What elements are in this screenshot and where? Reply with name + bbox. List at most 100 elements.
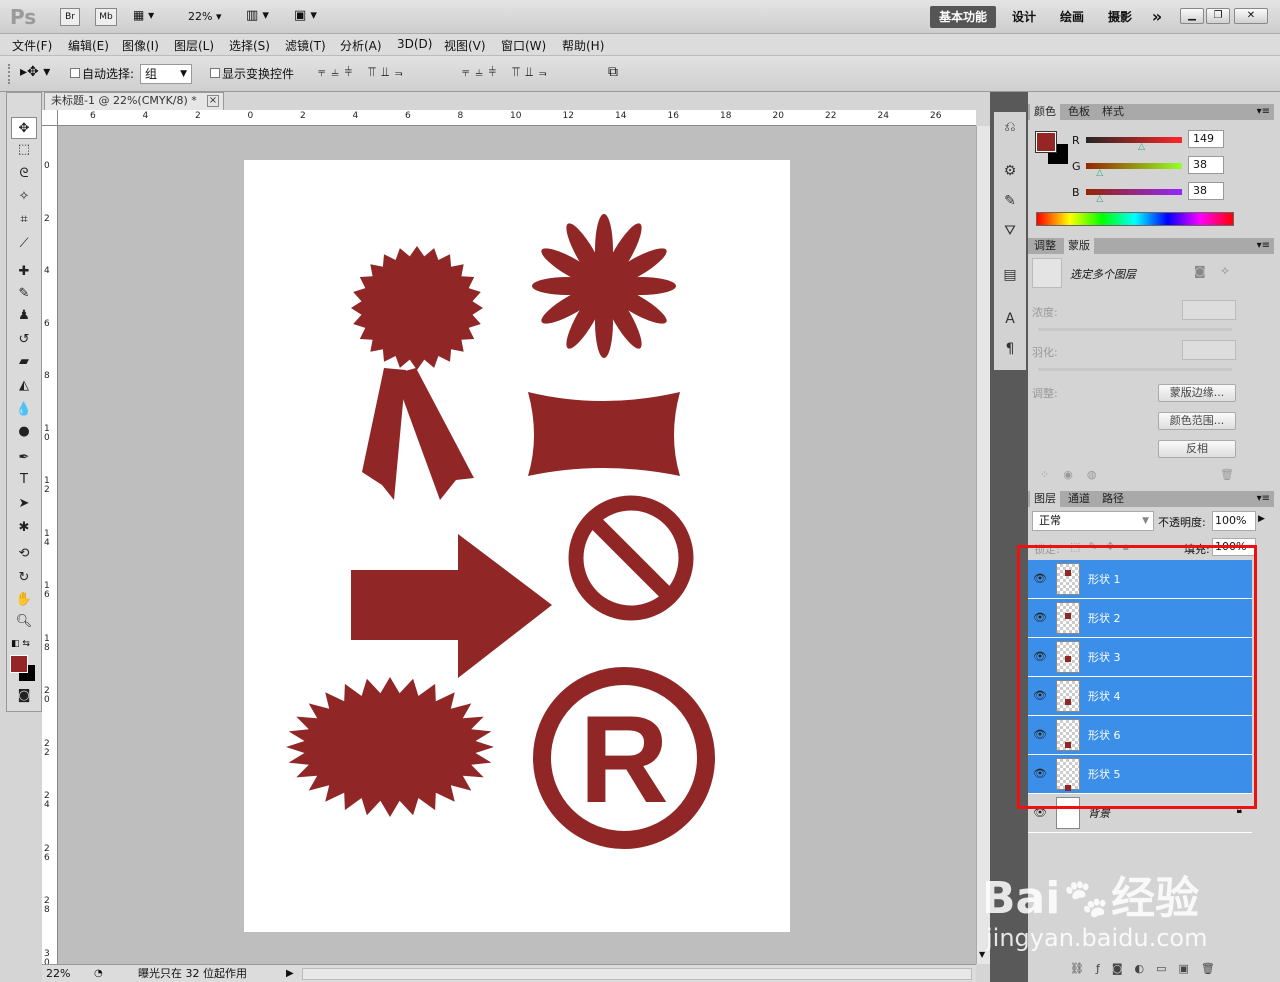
- crop-tool-icon[interactable]: ⌗: [11, 209, 37, 231]
- tab-adjustments[interactable]: 调整: [1030, 238, 1060, 254]
- move-tool-preset[interactable]: ▸✥ ▾: [20, 64, 50, 80]
- zoom-level-select[interactable]: 22% ▾: [188, 10, 221, 23]
- view-extras-button[interactable]: ▦ ▾: [133, 8, 165, 26]
- history-panel-icon[interactable]: ⎌: [998, 116, 1022, 138]
- panel-menu-icon[interactable]: ▾≡: [1257, 104, 1270, 120]
- menu-3d[interactable]: 3D(D): [397, 37, 432, 51]
- feather-slider[interactable]: [1038, 368, 1232, 371]
- invert-button[interactable]: 反相: [1158, 440, 1236, 458]
- eyedropper-icon[interactable]: ⟋: [11, 233, 37, 255]
- color-ramp[interactable]: [1036, 212, 1234, 226]
- menu-help[interactable]: 帮助(H): [562, 37, 604, 54]
- b-value-field[interactable]: 38: [1188, 182, 1224, 200]
- workspace-photography[interactable]: 摄影: [1100, 6, 1140, 28]
- menu-select[interactable]: 选择(S): [229, 37, 270, 54]
- opacity-arrow-icon[interactable]: ▶: [1258, 514, 1265, 524]
- distribute-buttons[interactable]: ⫧⫨⫩ ⫪⫫⫬: [462, 65, 553, 80]
- default-colors-icon[interactable]: ◧ ⇆: [11, 639, 30, 649]
- align-buttons[interactable]: ⫧⫨⫩ ⫪⫫⫬: [318, 65, 409, 80]
- tab-swatches[interactable]: 色板: [1064, 104, 1094, 120]
- vector-mask-icon[interactable]: ✧: [1220, 264, 1230, 278]
- brush-panel-icon[interactable]: ✎: [998, 190, 1022, 212]
- 3d-rotate-icon[interactable]: ⟲: [11, 543, 37, 565]
- screen-mode-button[interactable]: ▣ ▾: [294, 8, 317, 23]
- canvas-area[interactable]: R: [58, 126, 976, 964]
- clone-stamp-icon[interactable]: ♟: [11, 305, 37, 327]
- scroll-down-icon[interactable]: ▼: [979, 950, 985, 959]
- workspace-design[interactable]: 设计: [1004, 6, 1044, 28]
- layers-footer-icons[interactable]: ⛓ƒ◙◐▭▣🗑︎: [1070, 962, 1227, 975]
- quick-mask-icon[interactable]: ◙: [11, 685, 37, 707]
- brush-tool-icon[interactable]: ✎: [11, 283, 37, 305]
- character-panel-icon[interactable]: A: [998, 308, 1022, 330]
- auto-select-dropdown[interactable]: 组 ▼: [140, 64, 192, 84]
- type-tool-icon[interactable]: T: [11, 469, 37, 491]
- menu-image[interactable]: 图像(I): [122, 37, 159, 54]
- r-value-field[interactable]: 149: [1188, 130, 1224, 148]
- show-transform-checkbox[interactable]: [210, 68, 220, 78]
- density-field[interactable]: [1182, 300, 1236, 320]
- history-brush-icon[interactable]: ↺: [11, 329, 37, 351]
- vertical-scrollbar[interactable]: ▼: [976, 126, 990, 964]
- tool-presets-icon[interactable]: ⚙: [998, 160, 1022, 182]
- document-tab[interactable]: 未标题-1 @ 22%(CMYK/8) * ×: [44, 92, 224, 110]
- ruler-origin[interactable]: [42, 110, 58, 126]
- magic-wand-icon[interactable]: ✧: [11, 186, 37, 208]
- color-panel-fg-swatch[interactable]: [1035, 131, 1057, 153]
- status-menu-arrow-icon[interactable]: ▶: [286, 966, 294, 982]
- r-slider-knob[interactable]: △: [1138, 142, 1145, 152]
- path-selection-icon[interactable]: ➤: [11, 493, 37, 515]
- mask-footer-icons[interactable]: ⁘◉◍: [1040, 468, 1110, 481]
- auto-select-checkbox[interactable]: [70, 68, 80, 78]
- custom-shape-icon[interactable]: ✱: [11, 517, 37, 539]
- g-value-field[interactable]: 38: [1188, 156, 1224, 174]
- marquee-tool-icon[interactable]: ⬚: [11, 139, 37, 161]
- layers-panel-menu-icon[interactable]: ▾≡: [1257, 491, 1270, 507]
- eraser-tool-icon[interactable]: ▰: [11, 351, 37, 373]
- blur-tool-icon[interactable]: 💧: [11, 399, 37, 421]
- menu-window[interactable]: 窗口(W): [501, 37, 546, 54]
- workspace-painting[interactable]: 绘画: [1052, 6, 1092, 28]
- mask-delete-icon[interactable]: 🗑︎: [1220, 468, 1234, 481]
- document-canvas[interactable]: R: [244, 160, 790, 932]
- g-slider-knob[interactable]: △: [1096, 168, 1103, 178]
- density-slider[interactable]: [1038, 328, 1232, 331]
- hand-tool-icon[interactable]: ✋: [11, 589, 37, 611]
- histogram-icon[interactable]: ▤: [998, 264, 1022, 286]
- tab-layers[interactable]: 图层: [1030, 491, 1060, 507]
- workspace-essentials[interactable]: 基本功能: [930, 6, 996, 28]
- tab-color[interactable]: 颜色: [1030, 104, 1060, 120]
- bridge-button[interactable]: Br: [60, 8, 80, 26]
- mini-bridge-button[interactable]: Mb: [95, 8, 117, 26]
- paint-bucket-icon[interactable]: ◭: [11, 375, 37, 397]
- menu-edit[interactable]: 编辑(E): [68, 37, 109, 54]
- opacity-field[interactable]: 100%: [1212, 511, 1256, 531]
- b-slider-knob[interactable]: △: [1096, 194, 1103, 204]
- tab-styles[interactable]: 样式: [1098, 104, 1128, 120]
- minimize-button[interactable]: ▁: [1180, 8, 1204, 24]
- lasso-tool-icon[interactable]: ᘓ: [11, 163, 37, 185]
- menu-filter[interactable]: 滤镜(T): [285, 37, 326, 54]
- close-document-icon[interactable]: ×: [207, 95, 219, 107]
- move-tool-icon[interactable]: ✥: [11, 117, 37, 139]
- zoom-tool-icon[interactable]: 🔍︎: [11, 611, 37, 633]
- color-range-button[interactable]: 颜色范围...: [1158, 412, 1236, 430]
- more-workspaces-button[interactable]: »: [1144, 6, 1170, 28]
- pixel-mask-icon[interactable]: ◙: [1194, 264, 1206, 278]
- arrange-documents-button[interactable]: ▥ ▾: [246, 8, 269, 23]
- mask-panel-menu-icon[interactable]: ▾≡: [1257, 238, 1270, 254]
- tab-paths[interactable]: 路径: [1098, 491, 1128, 507]
- mask-edge-button[interactable]: 蒙版边缘...: [1158, 384, 1236, 402]
- menu-layer[interactable]: 图层(L): [174, 37, 214, 54]
- tab-masks[interactable]: 蒙版: [1064, 238, 1094, 254]
- restore-button[interactable]: ❐: [1206, 8, 1230, 24]
- r-slider[interactable]: [1086, 137, 1182, 143]
- auto-align-button[interactable]: ⧉: [608, 64, 618, 80]
- horizontal-scrollbar[interactable]: [302, 968, 972, 980]
- menu-analysis[interactable]: 分析(A): [340, 37, 382, 54]
- blend-mode-select[interactable]: 正常 ▼: [1032, 511, 1154, 531]
- dodge-tool-icon[interactable]: ●: [11, 421, 37, 443]
- menu-file[interactable]: 文件(F): [12, 37, 52, 54]
- pen-tool-icon[interactable]: ✒: [11, 447, 37, 469]
- feather-field[interactable]: [1182, 340, 1236, 360]
